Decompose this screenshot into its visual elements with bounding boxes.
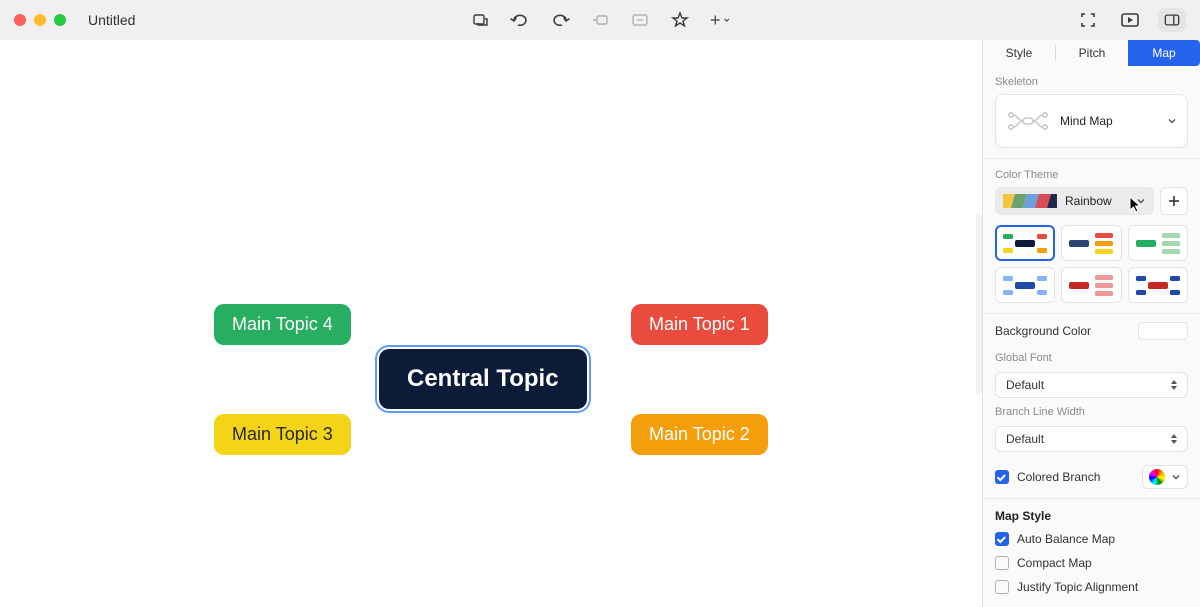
theme-preset-1[interactable] — [995, 225, 1055, 261]
mindmap-edges — [0, 40, 300, 190]
auto-balance-checkbox[interactable] — [995, 532, 1009, 546]
stepper-icon — [1171, 380, 1177, 390]
skeleton-select[interactable]: Mind Map — [995, 94, 1188, 148]
skeleton-value: Mind Map — [1060, 114, 1157, 128]
colored-branch-color-select[interactable] — [1142, 465, 1188, 489]
tab-pitch[interactable]: Pitch — [1056, 40, 1128, 66]
chevron-down-icon — [1171, 472, 1181, 482]
undo-button[interactable] — [506, 8, 534, 32]
add-menu-button[interactable] — [706, 8, 734, 32]
titlebar: Untitled — [0, 0, 1200, 40]
skeleton-label: Skeleton — [995, 76, 1188, 88]
present-button[interactable] — [1116, 8, 1144, 32]
colored-branch-row: Colored Branch — [983, 460, 1200, 494]
theme-preset-2[interactable] — [1061, 225, 1121, 261]
map-style-heading: Map Style — [983, 499, 1200, 527]
background-color-swatch[interactable] — [1138, 322, 1188, 340]
fullscreen-button[interactable] — [1074, 8, 1102, 32]
auto-balance-row: Auto Balance Map — [983, 527, 1200, 551]
color-theme-label: Color Theme — [995, 169, 1188, 181]
boundary-icon[interactable] — [626, 8, 654, 32]
colored-branch-label: Colored Branch — [1017, 470, 1100, 484]
zoom-window-button[interactable] — [54, 14, 66, 26]
background-color-row: Background Color — [983, 314, 1200, 348]
global-font-value: Default — [1006, 378, 1165, 392]
add-theme-button[interactable] — [1160, 187, 1188, 215]
redo-button[interactable] — [546, 8, 574, 32]
theme-preset-6[interactable] — [1128, 267, 1188, 303]
theme-preset-4[interactable] — [995, 267, 1055, 303]
justify-alignment-label: Justify Topic Alignment — [1017, 580, 1188, 594]
theme-preset-grid — [995, 225, 1188, 303]
tab-style[interactable]: Style — [983, 40, 1055, 66]
window-controls — [14, 14, 66, 26]
branch-line-width-label: Branch Line Width — [983, 406, 1200, 420]
compact-map-row: Compact Map — [983, 551, 1200, 575]
stepper-icon — [1171, 434, 1177, 444]
compact-map-checkbox[interactable] — [995, 556, 1009, 570]
favorite-button[interactable] — [666, 8, 694, 32]
main-topic-4-node[interactable]: Main Topic 4 — [214, 304, 351, 345]
color-wheel-icon — [1149, 469, 1165, 485]
justify-alignment-row: Justify Topic Alignment — [983, 575, 1200, 599]
toolbar-center — [466, 8, 734, 32]
canvas-area[interactable]: Central Topic Main Topic 1 Main Topic 2 … — [0, 40, 982, 607]
section-skeleton: Skeleton Mind Map — [983, 66, 1200, 159]
theme-preset-3[interactable] — [1128, 225, 1188, 261]
tab-map[interactable]: Map — [1128, 40, 1200, 66]
rainbow-swatch-icon — [1003, 194, 1057, 208]
main-topic-3-node[interactable]: Main Topic 3 — [214, 414, 351, 455]
mindmap-structure-icon — [1006, 109, 1050, 133]
insert-topic-button[interactable] — [466, 8, 494, 32]
auto-balance-label: Auto Balance Map — [1017, 532, 1188, 546]
branch-line-width-value: Default — [1006, 432, 1165, 446]
central-topic-node[interactable]: Central Topic — [379, 349, 587, 409]
sidebar: Style Pitch Map Skeleton Mind Map — [982, 40, 1200, 607]
main-topic-2-node[interactable]: Main Topic 2 — [631, 414, 768, 455]
main-topic-1-node[interactable]: Main Topic 1 — [631, 304, 768, 345]
colored-branch-checkbox[interactable] — [995, 470, 1009, 484]
sidebar-tabs: Style Pitch Map — [983, 40, 1200, 66]
global-font-select[interactable]: Default — [995, 372, 1188, 398]
compact-map-label: Compact Map — [1017, 556, 1188, 570]
relationship-icon[interactable] — [586, 8, 614, 32]
close-window-button[interactable] — [14, 14, 26, 26]
toolbar-right — [1074, 8, 1186, 32]
toggle-sidebar-button[interactable] — [1158, 8, 1186, 32]
chevron-down-icon — [1167, 116, 1177, 126]
minimize-window-button[interactable] — [34, 14, 46, 26]
chevron-down-icon — [1136, 196, 1146, 206]
theme-preset-5[interactable] — [1061, 267, 1121, 303]
document-title: Untitled — [88, 12, 135, 28]
color-theme-select[interactable]: Rainbow — [995, 187, 1154, 215]
justify-alignment-checkbox[interactable] — [995, 580, 1009, 594]
section-color-theme: Color Theme Rainbow — [983, 159, 1200, 314]
background-color-label: Background Color — [995, 324, 1091, 338]
branch-line-width-select[interactable]: Default — [995, 426, 1188, 452]
global-font-label: Global Font — [983, 348, 1200, 366]
color-theme-value: Rainbow — [1065, 194, 1128, 208]
